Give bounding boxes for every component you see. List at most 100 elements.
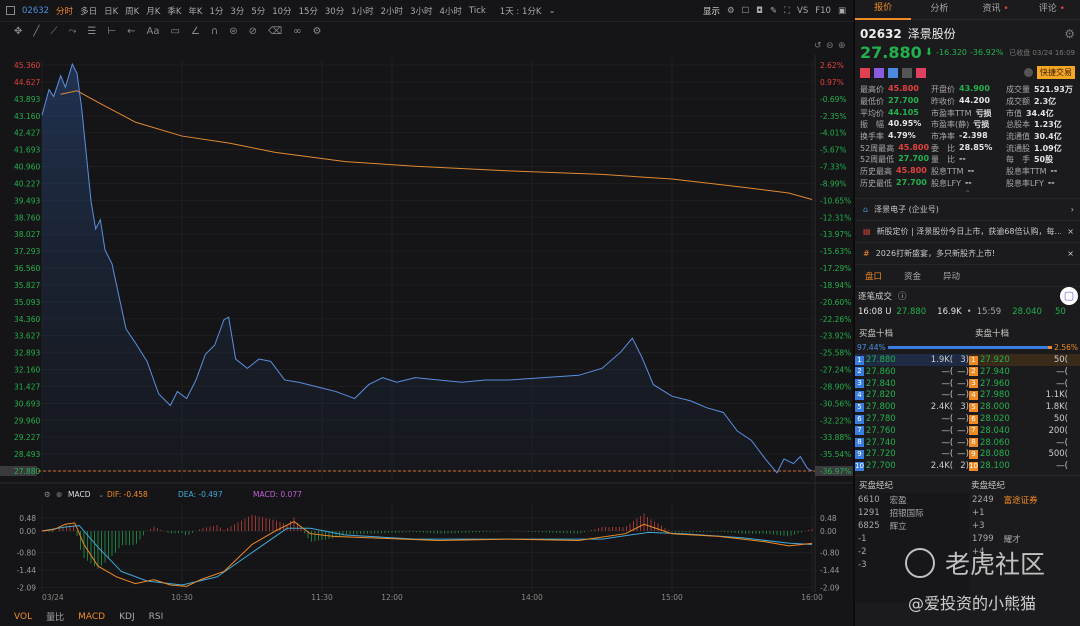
bid-level[interactable]: 10 27.700 2.4K(2) bbox=[855, 461, 969, 471]
zoom-in-icon[interactable]: ⊕ bbox=[838, 41, 846, 51]
ask-level[interactable]: 4 27.980 1.1K( bbox=[969, 390, 1068, 400]
period-tab[interactable]: Tick bbox=[469, 6, 486, 16]
bid-level[interactable]: 1 27.880 1.9K(3) bbox=[855, 355, 969, 365]
ask-level[interactable]: 9 28.080 500( bbox=[969, 449, 1068, 459]
bid-level[interactable]: 7 27.760 —(—) bbox=[855, 426, 969, 436]
ask-level[interactable]: 8 28.060 —( bbox=[969, 438, 1068, 448]
info-icon[interactable]: ⓘ bbox=[898, 290, 907, 302]
indicator-tab[interactable]: VOL bbox=[14, 612, 32, 622]
close-icon[interactable]: × bbox=[1067, 227, 1074, 236]
chevron-down-icon[interactable]: ⌄ bbox=[548, 6, 555, 16]
fib-icon[interactable]: ☰ bbox=[87, 26, 96, 37]
buy-broker-row[interactable]: 1291 招银国际 bbox=[855, 506, 969, 519]
panel-toggle-icon[interactable]: ▣ bbox=[838, 6, 846, 16]
chevron-down-icon[interactable]: ⌄ bbox=[98, 490, 104, 499]
vs-button[interactable]: VS bbox=[797, 6, 808, 16]
quote-tab[interactable]: 分析 bbox=[911, 0, 967, 19]
link-icon[interactable]: ∞ bbox=[293, 26, 301, 37]
news-item[interactable]: ▤ 新股定价 | 泽景股份今日上市，获逾68倍认购，每... × bbox=[855, 220, 1080, 242]
settings-icon[interactable]: ⚙ bbox=[1064, 27, 1075, 41]
line-icon[interactable]: ╱ bbox=[33, 26, 39, 37]
sell-broker-row[interactable]: +1 bbox=[969, 506, 1080, 519]
text-tool[interactable]: Aa bbox=[147, 26, 160, 37]
period-tab[interactable]: 5分 bbox=[251, 5, 265, 17]
buy-broker-row[interactable]: -1 bbox=[855, 532, 969, 545]
quick-trade-button[interactable]: 快捷交易 bbox=[1037, 66, 1075, 79]
settings-icon[interactable]: ⚙ bbox=[44, 490, 51, 499]
news-item[interactable]: #2026打新盛宴，多只新股齐上市! × bbox=[855, 242, 1080, 264]
buy-broker-row[interactable]: 6825 辉立 bbox=[855, 519, 969, 532]
ask-level[interactable]: 1 27.920 50( bbox=[969, 355, 1068, 365]
period-tab[interactable]: 月K bbox=[146, 5, 160, 17]
ask-level[interactable]: 6 28.020 50( bbox=[969, 414, 1068, 424]
quote-tab[interactable]: 资讯 • bbox=[968, 0, 1024, 19]
sidebar-toggle-icon[interactable] bbox=[6, 6, 15, 15]
sell-broker-row[interactable]: +3 bbox=[969, 519, 1080, 532]
sell-broker-row[interactable]: 2249 富途证券 bbox=[969, 493, 1080, 506]
period-tab[interactable]: 年K bbox=[188, 5, 202, 17]
period-tab[interactable]: 4小时 bbox=[439, 5, 461, 17]
settings-icon[interactable]: ⚙ bbox=[312, 26, 321, 37]
ask-level[interactable]: 5 28.000 1.8K( bbox=[969, 402, 1068, 412]
indicator-tab[interactable]: MACD bbox=[78, 612, 105, 622]
indicator-tab[interactable]: RSI bbox=[149, 612, 164, 622]
bid-level[interactable]: 8 27.740 —(—) bbox=[855, 438, 969, 448]
ai-assistant-icon[interactable]: ▢ bbox=[1060, 287, 1078, 306]
pen-icon[interactable]: ✎ bbox=[770, 6, 777, 16]
period-tab[interactable]: 3分 bbox=[230, 5, 244, 17]
chevron-right-icon[interactable]: › bbox=[1071, 205, 1074, 214]
period-tab[interactable]: 周K bbox=[125, 5, 139, 17]
sub-tab[interactable]: 资金 bbox=[904, 270, 921, 282]
camera-icon[interactable]: ◘ bbox=[756, 6, 763, 16]
sell-broker-row[interactable]: 1799 耀才 bbox=[969, 532, 1080, 545]
period-tab[interactable]: 1分 bbox=[209, 5, 223, 17]
polyline-icon[interactable]: ⟋ bbox=[50, 26, 57, 37]
indicator-tab[interactable]: KDJ bbox=[119, 612, 135, 622]
intraday-chart[interactable]: 03/24 10:30 11:30 12:00 14:00 15:00 16:00 45.36… bbox=[0, 40, 853, 626]
quote-tab[interactable]: 评论 • bbox=[1024, 0, 1080, 19]
zoom-out-icon[interactable]: ⊖ bbox=[826, 41, 834, 51]
ask-level[interactable]: 7 28.040 200( bbox=[969, 426, 1068, 436]
close-icon[interactable]: ⊗ bbox=[56, 490, 62, 499]
display-menu[interactable]: 显示 bbox=[703, 5, 720, 17]
lock-icon[interactable]: ⊜ bbox=[229, 26, 237, 37]
period-tab[interactable]: 30分 bbox=[325, 5, 344, 17]
sub-tab[interactable]: 异动 bbox=[943, 270, 960, 282]
period-tab[interactable]: 多日 bbox=[80, 5, 97, 17]
ask-level[interactable]: 2 27.940 —( bbox=[969, 367, 1068, 377]
period-tab[interactable]: 2小时 bbox=[381, 5, 403, 17]
period-tab[interactable]: 季K bbox=[167, 5, 181, 17]
period-tab[interactable]: 15分 bbox=[299, 5, 318, 17]
period-tab[interactable]: 日K bbox=[104, 5, 118, 17]
bid-level[interactable]: 3 27.840 —(—) bbox=[855, 379, 969, 389]
range-select[interactable]: 1天 : 1分K bbox=[500, 5, 542, 17]
path-icon[interactable]: ⤳ bbox=[68, 26, 76, 37]
period-tab[interactable]: 1小时 bbox=[351, 5, 373, 17]
bid-level[interactable]: 6 27.780 —(—) bbox=[855, 414, 969, 424]
collapse-icon[interactable]: ⌃ bbox=[860, 189, 1075, 198]
bid-level[interactable]: 5 27.800 2.4K(3) bbox=[855, 402, 969, 412]
alert-icon[interactable] bbox=[1024, 68, 1033, 77]
sub-tab[interactable]: 盘口 bbox=[865, 270, 882, 282]
comment-icon[interactable]: ▭ bbox=[170, 26, 179, 37]
f10-button[interactable]: F10 bbox=[815, 6, 831, 16]
measure-icon[interactable]: ⊢ bbox=[107, 26, 116, 37]
move-icon[interactable]: ✥ bbox=[14, 26, 22, 37]
bid-level[interactable]: 4 27.820 —(—) bbox=[855, 390, 969, 400]
layout-icon[interactable]: ☐ bbox=[742, 6, 750, 16]
bid-level[interactable]: 2 27.860 —(—) bbox=[855, 367, 969, 377]
magnet-icon[interactable]: ∩ bbox=[211, 26, 218, 37]
period-tab[interactable]: 10分 bbox=[272, 5, 291, 17]
news-item[interactable]: ⌂ 泽景电子 (企业号) › bbox=[855, 198, 1080, 220]
reset-zoom-icon[interactable]: ↺ bbox=[814, 41, 822, 51]
bid-level[interactable]: 9 27.720 —(—) bbox=[855, 449, 969, 459]
period-tab[interactable]: 3小时 bbox=[410, 5, 432, 17]
fullscreen-icon[interactable]: ⛶ bbox=[784, 6, 790, 16]
ask-level[interactable]: 3 27.960 —( bbox=[969, 379, 1068, 389]
ask-level[interactable]: 10 28.100 —( bbox=[969, 461, 1068, 471]
trash-icon[interactable]: ⌫ bbox=[268, 26, 282, 37]
settings-icon[interactable]: ⚙ bbox=[727, 6, 735, 16]
buy-broker-row[interactable]: 6610 宏盈 bbox=[855, 493, 969, 506]
favorite-icon[interactable] bbox=[916, 67, 926, 78]
period-tab[interactable]: 分时 bbox=[56, 5, 73, 17]
